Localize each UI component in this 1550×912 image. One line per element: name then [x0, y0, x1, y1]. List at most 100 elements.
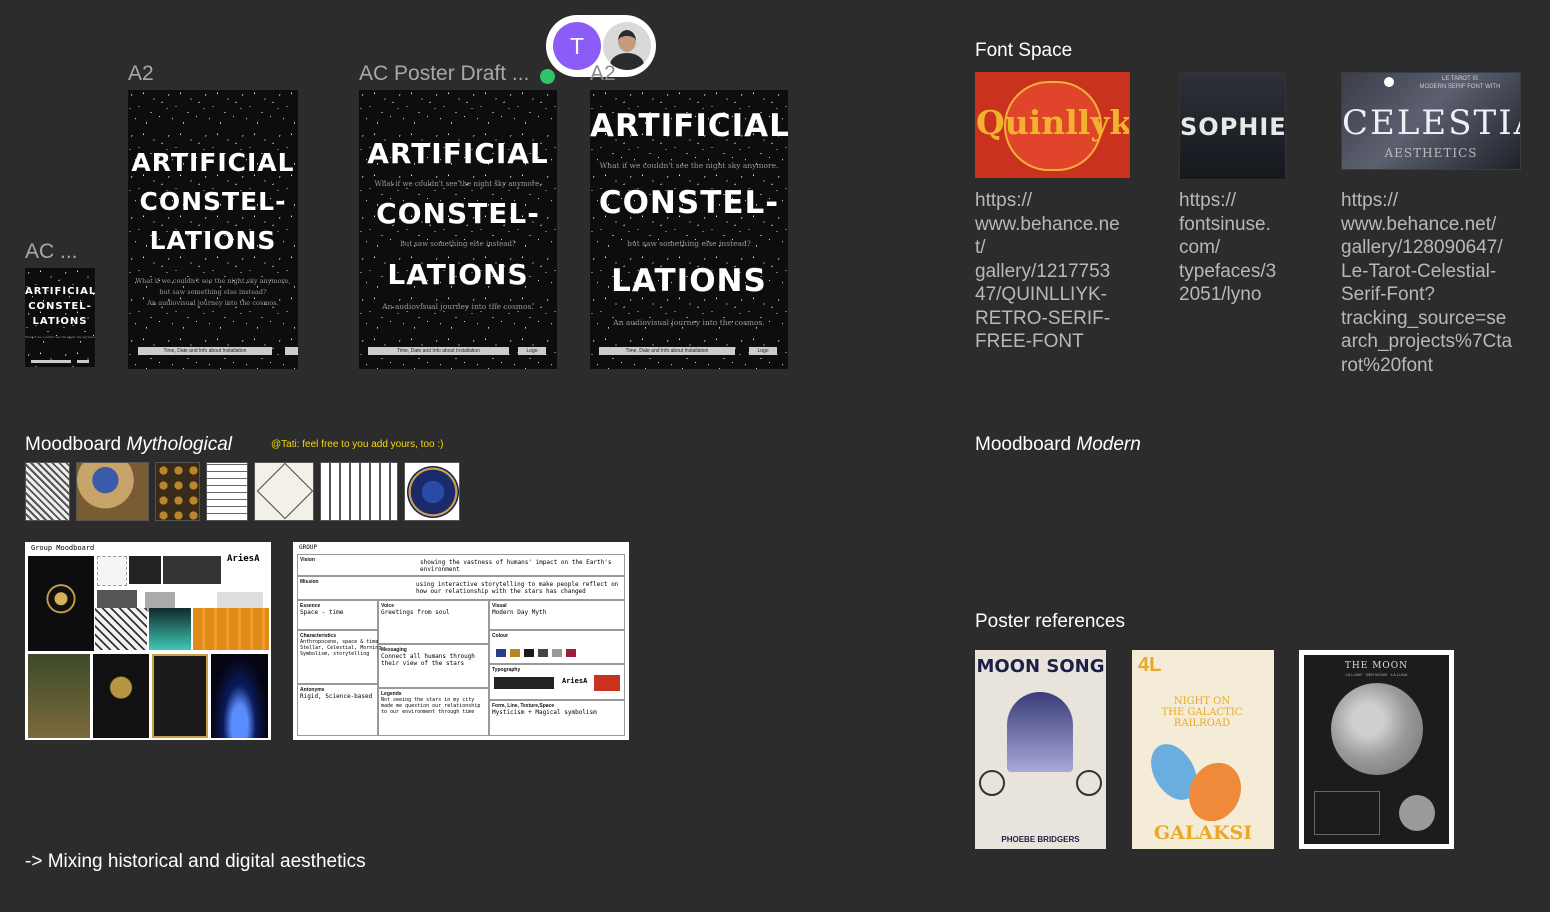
poster-info-bar: Time, Date and Info about Installation	[138, 347, 272, 355]
messaging-text: Connect all humans through their view of…	[381, 653, 475, 667]
moon-art	[93, 654, 149, 738]
font-sample-sophie[interactable]: SOPHIE	[1179, 72, 1286, 180]
frame-label-draft[interactable]: AC Poster Draft ...	[359, 62, 529, 86]
the-moon-inner: THE MOON LA LUNE · DER MOND · LA LUNA	[1304, 655, 1449, 844]
poster-title-2: CONSTEL-	[28, 301, 92, 312]
myth-thumb-4[interactable]	[206, 462, 248, 521]
antonyms-text: Rigid, Science-based	[300, 693, 373, 700]
moodboard-modern-title-italic: Modern	[1076, 434, 1141, 455]
moodboard-modern-title: Moodboard Modern	[975, 434, 1141, 456]
moon-icon	[1384, 77, 1394, 87]
poster-title-3: LATIONS	[149, 226, 277, 255]
the-moon-title: THE MOON	[1344, 661, 1409, 671]
moon-song-artist: PHOEBE BRIDGERS	[1001, 835, 1080, 844]
sticker-box	[97, 556, 127, 586]
frame-label-third[interactable]: A2	[590, 62, 616, 86]
colour-cell: Colour	[489, 630, 625, 664]
poster-small-frame[interactable]: ARTIFICIAL CONSTEL- LATIONS What if we c…	[25, 268, 95, 367]
poster-title-3: LATIONS	[387, 258, 529, 291]
visual-text: Modern Day Myth	[492, 609, 547, 616]
font-sample-quinllyk[interactable]: Quinllyk	[975, 72, 1130, 178]
voice-cell: Voice Greetings from soul	[378, 600, 489, 644]
brand-sheet[interactable]: GROUP Vision showing the vastness of hum…	[293, 542, 629, 740]
celestial-note: LE TAROT IS MODERN SERIF FONT WITH	[1419, 76, 1501, 90]
swatch-3	[524, 649, 534, 657]
font-url-sophie[interactable]: https:// fontsinuse. com/ typefaces/3 20…	[1179, 189, 1276, 307]
comment-note[interactable]: @Tati: feel free to you add yours, too :…	[271, 439, 443, 450]
group-moodboard[interactable]: Group Moodboard AriesA	[25, 542, 271, 740]
swatch-6	[566, 649, 576, 657]
avatar-head-icon	[618, 30, 636, 52]
legends-cell: Legends Not seeing the stars in my city …	[378, 688, 489, 736]
poster-a2-frame[interactable]: ARTIFICIAL CONSTEL- LATIONS What if we c…	[128, 90, 298, 369]
poster-title-1: ARTIFICIAL	[25, 286, 95, 297]
essence-cell: Essence Space - time	[297, 600, 378, 630]
typography-sample-1	[494, 677, 554, 689]
poster-logo-bar: Logo	[518, 347, 546, 355]
messaging-cell: Messaging Connect all humans through the…	[378, 644, 489, 688]
aries-label: AriesA	[227, 554, 260, 564]
moodboard-modern-title-plain: Moodboard	[975, 434, 1077, 455]
font-space-title: Font Space	[975, 40, 1073, 61]
font-name-celestial: CELESTIAL	[1342, 103, 1520, 143]
poster-tagline-c: An audiovisual journey into the cosmos.	[382, 302, 534, 311]
bedding-photo	[95, 608, 147, 650]
poster-ref-moon-song[interactable]: MOON SONG PHOEBE BRIDGERS	[975, 650, 1106, 849]
myth-thumb-6[interactable]	[320, 462, 398, 521]
poster-title-2: CONSTEL-	[139, 187, 287, 216]
check-status-icon	[540, 69, 555, 84]
moon-song-arch	[1007, 692, 1073, 772]
swatch-2	[510, 649, 520, 657]
font-url-quinllyk[interactable]: https:// www.behance.ne t/ gallery/12177…	[975, 189, 1120, 354]
poster-tagline-c: An audiovisual journey into the cosmos.	[613, 318, 765, 327]
diagram-icon	[256, 463, 313, 520]
swatch-5	[552, 649, 562, 657]
moon-song-title: MOON SONG	[976, 656, 1105, 677]
moon-illustration	[1331, 683, 1423, 775]
myth-thumb-1[interactable]	[25, 462, 70, 521]
celestial-subtitle: AESTHETICS	[1384, 146, 1478, 160]
myth-thumb-3[interactable]	[155, 462, 200, 521]
galaksi-logo: 4L	[1138, 654, 1162, 676]
poster-ref-the-moon[interactable]: THE MOON LA LUNE · DER MOND · LA LUNA	[1299, 650, 1454, 849]
poster-tagline-b: but saw something else instead?	[627, 239, 751, 248]
book-cover	[129, 556, 161, 584]
frame-label-a2[interactable]: A2	[128, 62, 154, 86]
poster-info-bar: Time, Date and Info about Installation	[599, 347, 735, 355]
swatch-1	[496, 649, 506, 657]
frame-label-small[interactable]: AC ...	[25, 240, 78, 264]
brand-sheet-group: GROUP	[299, 544, 318, 551]
light-beam-photo	[149, 608, 191, 650]
poster-third-frame[interactable]: ARTIFICIAL What if we couldn't see the n…	[590, 90, 788, 369]
characteristics-text: Anthropocene, space & time Stellar, Cele…	[300, 639, 382, 657]
myth-thumb-2[interactable]	[76, 462, 149, 521]
mission-cell: Mission using interactive storytelling t…	[297, 576, 625, 600]
typography-label: Typography	[492, 667, 521, 673]
myth-thumb-7[interactable]	[404, 462, 460, 521]
poster-tagline-full: What if we couldn't see the night sky an…	[599, 161, 779, 170]
font-name-sophie: SOPHIE	[1180, 113, 1286, 141]
moodboard-myth-title: Moodboard Mythological	[25, 434, 232, 456]
galaksi-bottom: GALAKSI	[1153, 822, 1253, 844]
myth-thumb-5[interactable]	[254, 462, 314, 521]
portal-art	[211, 654, 268, 738]
poster-info-bar	[31, 360, 71, 363]
poster-title-1: ARTIFICIAL	[131, 148, 295, 177]
vision-cell: Vision showing the vastness of humans' i…	[297, 554, 625, 576]
poster-ref-galaksi[interactable]: 4L NIGHT ON THE GALACTIC RAILROAD GALAKS…	[1132, 650, 1274, 849]
essence-text: Space - time	[300, 609, 344, 616]
poster-title-1: ARTIFICIAL	[590, 108, 788, 144]
visual-cell: Visual Modern Day Myth	[489, 600, 625, 630]
moodboard-myth-title-plain: Moodboard	[25, 434, 127, 455]
poster-logo-bar	[77, 360, 89, 363]
the-moon-subtitle: LA LUNE · DER MOND · LA LUNA	[1345, 672, 1408, 677]
font-sample-celestial[interactable]: LE TAROT IS MODERN SERIF FONT WITH CELES…	[1341, 72, 1521, 170]
eye-artwork	[28, 556, 94, 651]
font-url-celestial[interactable]: https:// www.behance.net/ gallery/128090…	[1341, 189, 1512, 377]
moon-phases-box	[1314, 791, 1380, 835]
poster-references-title: Poster references	[975, 611, 1125, 632]
poster-draft-frame[interactable]: ARTIFICIAL What if we couldn't see the n…	[359, 90, 557, 369]
antonyms-cell: Antonyms Rigid, Science-based	[297, 684, 378, 736]
typography-aries: AriesA	[562, 677, 588, 685]
poster-logo-bar	[285, 347, 298, 355]
